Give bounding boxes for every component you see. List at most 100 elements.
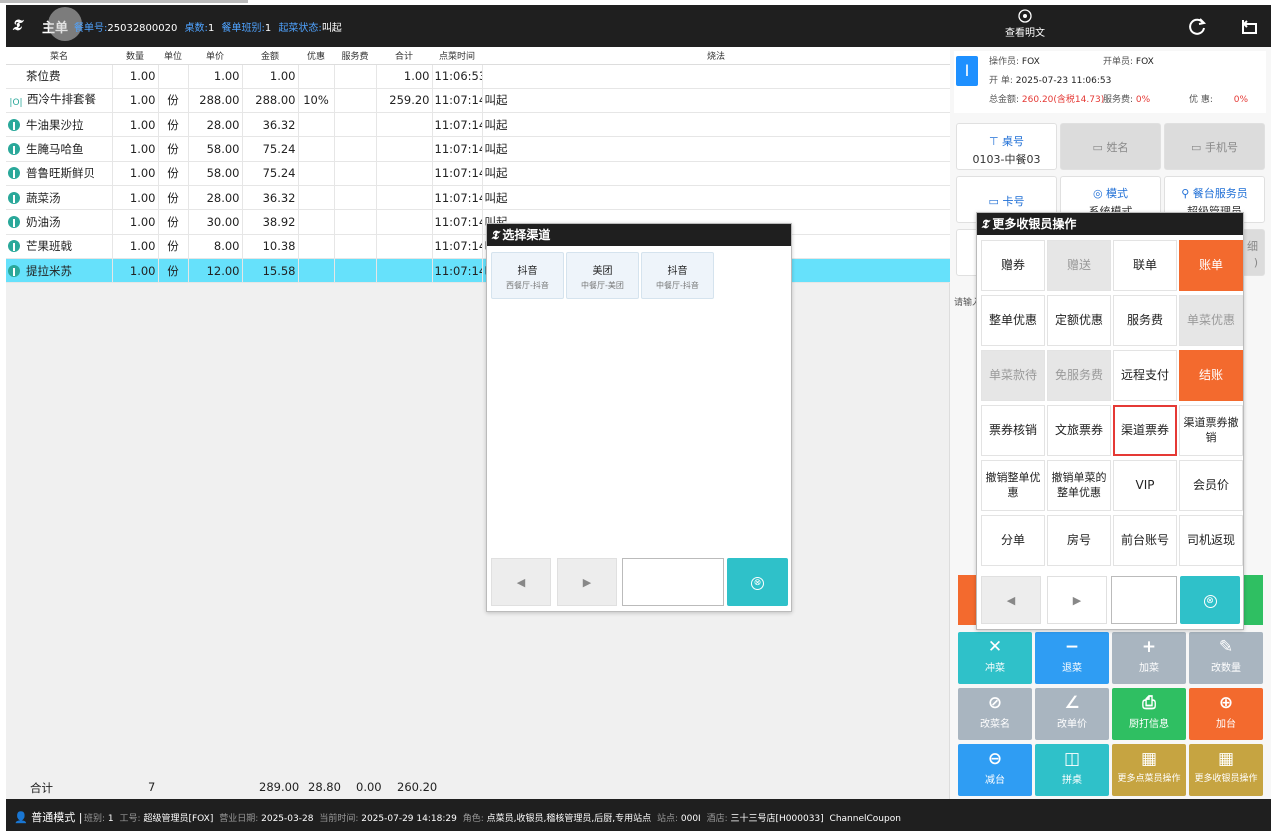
cashier-op-button[interactable]: 房号 bbox=[1047, 515, 1111, 566]
channel-clear-button[interactable]: ⊗ bbox=[727, 558, 788, 606]
table-no-button[interactable]: ⊤ 桌号 0103-中餐03 bbox=[956, 123, 1057, 170]
cashier-op-button[interactable]: 定额优惠 bbox=[1047, 295, 1111, 346]
cashier-input[interactable] bbox=[1111, 576, 1177, 624]
cashier-op-button[interactable]: 渠道票券撤销 bbox=[1179, 405, 1243, 456]
channel-input[interactable] bbox=[622, 558, 724, 606]
status-site-label: 站点: bbox=[656, 814, 678, 824]
mode-label: 普通模式 bbox=[31, 811, 76, 824]
add-dish-button[interactable]: + 加菜 bbox=[1112, 632, 1186, 684]
table-row[interactable]: 奶油汤 1.00 份 30.00 38.92 11:07:14 叫起 bbox=[6, 209, 951, 235]
cell-qty: 1.00 bbox=[112, 185, 159, 211]
change-price-button[interactable]: ∠ 改单价 bbox=[1035, 688, 1109, 740]
cashier-op-button[interactable]: 会员价 bbox=[1179, 460, 1243, 511]
cashier-prev-button[interactable]: ◀ bbox=[981, 576, 1041, 624]
cashier-op-button[interactable]: VIP bbox=[1113, 460, 1177, 511]
column-header: 烧法 bbox=[482, 47, 950, 65]
cashier-op-button[interactable]: 分单 bbox=[981, 515, 1045, 566]
cell-unit: 份 bbox=[158, 112, 189, 138]
reduce-table-button[interactable]: ⊖ 减台 bbox=[958, 744, 1032, 796]
channel-option[interactable]: 抖音西餐厅-抖音 bbox=[491, 252, 564, 299]
name-button[interactable]: ▭ 姓名 bbox=[1060, 123, 1161, 170]
column-header: 服务费 bbox=[334, 47, 376, 65]
cashier-op-button[interactable]: 单菜款待 bbox=[981, 350, 1045, 401]
cell-discount: 10% bbox=[298, 88, 335, 114]
cashier-op-button[interactable]: 结账 bbox=[1179, 350, 1243, 401]
discount-row: 优 惠: 0% bbox=[1189, 92, 1248, 105]
table-row[interactable]: 茶位费 1.00 1.00 1.00 1.00 11:06:53 bbox=[6, 64, 951, 89]
rename-dish-button[interactable]: ⊘ 改菜名 bbox=[958, 688, 1032, 740]
more-waiter-ops-button[interactable]: ▦ 更多点菜员操作 bbox=[1112, 744, 1186, 796]
cashier-op-button[interactable]: 联单 bbox=[1113, 240, 1177, 291]
channel-option[interactable]: 美团 中餐厅-美团 bbox=[566, 252, 639, 299]
totals-qty: 7 bbox=[148, 780, 156, 794]
void-dish-button[interactable]: ✕ 冲菜 bbox=[958, 632, 1032, 684]
cashier-op-button[interactable]: 文旅票券 bbox=[1047, 405, 1111, 456]
dialog-logo: 𝕿 bbox=[981, 217, 989, 231]
kitchen-print-label: 厨打信息 bbox=[1129, 719, 1169, 730]
table-row[interactable]: 芒果班戟1.00份8.0010.3811:07:14叫起 bbox=[6, 234, 951, 259]
channel-prev-button[interactable]: ◀ bbox=[491, 558, 551, 606]
table-row[interactable]: 牛油果沙拉 1.00 份 28.00 36.32 11:07:14 叫起 bbox=[6, 112, 951, 138]
more-cashier-ops-icon: ▦ bbox=[1217, 749, 1235, 769]
cell-time: 11:07:14 bbox=[432, 136, 483, 162]
channel-sub: 西餐厅-抖音 bbox=[506, 281, 549, 290]
cell-service bbox=[334, 234, 377, 259]
cashier-op-button[interactable]: 单菜优惠 bbox=[1179, 295, 1243, 346]
cashier-op-button[interactable]: 远程支付 bbox=[1113, 350, 1177, 401]
table-row[interactable]: |O| 西冷牛排套餐 1.00 份 288.00 288.00 10% 259.20 11:07… bbox=[6, 88, 951, 114]
opener-value: FOX bbox=[1135, 57, 1154, 67]
cashier-op-button[interactable]: 赠券 bbox=[981, 240, 1045, 291]
channel-next-button[interactable]: ▶ bbox=[557, 558, 617, 606]
change-qty-button[interactable]: ✎ 改数量 bbox=[1189, 632, 1263, 684]
dish-icon bbox=[8, 191, 20, 204]
view-plain-button[interactable]: 查看明文 bbox=[1001, 9, 1049, 39]
cell-amount: 288.00 bbox=[242, 88, 299, 114]
phone-button[interactable]: ▭ 手机号 bbox=[1164, 123, 1265, 170]
green-action-strip[interactable] bbox=[1244, 575, 1263, 625]
channel-option[interactable]: 抖音 中餐厅-抖音 bbox=[641, 252, 714, 299]
cell-total bbox=[376, 136, 433, 162]
cashier-op-button[interactable]: 服务费 bbox=[1113, 295, 1177, 346]
cashier-op-button[interactable]: 撤销整单优惠 bbox=[981, 460, 1045, 511]
add-table-button[interactable]: ⊕ 加台 bbox=[1189, 688, 1263, 740]
cashier-next-button[interactable]: ▶ bbox=[1047, 576, 1107, 624]
return-dish-button[interactable]: − 退菜 bbox=[1035, 632, 1109, 684]
cell-service bbox=[334, 161, 377, 186]
cashier-op-button[interactable]: 免服务费 bbox=[1047, 350, 1111, 401]
more-cashier-ops-button[interactable]: ▦ 更多收银员操作 bbox=[1189, 744, 1263, 796]
channel-name: 抖音 bbox=[517, 266, 538, 277]
dish-name: 茶位费 bbox=[26, 69, 61, 84]
orange-action-strip[interactable] bbox=[958, 575, 978, 625]
merge-table-button[interactable]: ◫ 拼桌 bbox=[1035, 744, 1109, 796]
cashier-op-button[interactable]: 撤销单菜的整单优惠 bbox=[1047, 460, 1111, 511]
reduce-table-label: 减台 bbox=[985, 775, 1005, 786]
cashier-op-button[interactable]: 票券核销 bbox=[981, 405, 1045, 456]
cashier-op-button[interactable]: 司机返现 bbox=[1179, 515, 1243, 566]
cashier-op-button[interactable]: 整单优惠 bbox=[981, 295, 1045, 346]
mode-indicator[interactable]: 👤 普通模式 | bbox=[14, 809, 82, 825]
order-no: 25032800020 bbox=[107, 23, 178, 34]
cashier-op-button[interactable]: 账单 bbox=[1179, 240, 1243, 291]
view-plain-label: 查看明文 bbox=[1005, 28, 1045, 39]
status-extra: ChannelCoupon bbox=[829, 814, 901, 824]
cell-qty: 1.00 bbox=[112, 88, 159, 114]
cashier-op-button[interactable]: 赠送 bbox=[1047, 240, 1111, 291]
cashier-op-button[interactable]: 前台账号 bbox=[1113, 515, 1177, 566]
cell-unit: 份 bbox=[158, 136, 189, 162]
table-row[interactable]: 提拉米苏1.00份12.0015.5811:07:14叫起 bbox=[6, 258, 951, 284]
open-time-row: 开 单: 2025-07-23 11:06:53 bbox=[989, 73, 1111, 86]
cashier-clear-button[interactable]: ⊗ bbox=[1180, 576, 1240, 624]
cell-total bbox=[376, 161, 433, 186]
service-label: 服务费: bbox=[1103, 95, 1134, 105]
table-row[interactable]: 普鲁旺斯鲜贝 1.00 份 58.00 75.24 11:07:14 叫起 bbox=[6, 161, 951, 186]
refresh-icon[interactable] bbox=[1186, 15, 1208, 37]
cashier-op-button[interactable]: 渠道票券 bbox=[1113, 405, 1177, 456]
operator-badge: I bbox=[956, 56, 978, 86]
cell-discount bbox=[298, 258, 335, 284]
table-row[interactable]: 生腌马哈鱼 1.00 份 58.00 75.24 11:07:14 叫起 bbox=[6, 136, 951, 162]
kitchen-print-button[interactable]: ⎙ 厨打信息 bbox=[1112, 688, 1186, 740]
top-tab[interactable] bbox=[0, 0, 248, 3]
table-row[interactable]: 蔬菜汤 1.00 份 28.00 36.32 11:07:14 叫起 bbox=[6, 185, 951, 211]
back-icon[interactable] bbox=[1238, 15, 1260, 37]
status-shift: 1 bbox=[107, 814, 114, 824]
